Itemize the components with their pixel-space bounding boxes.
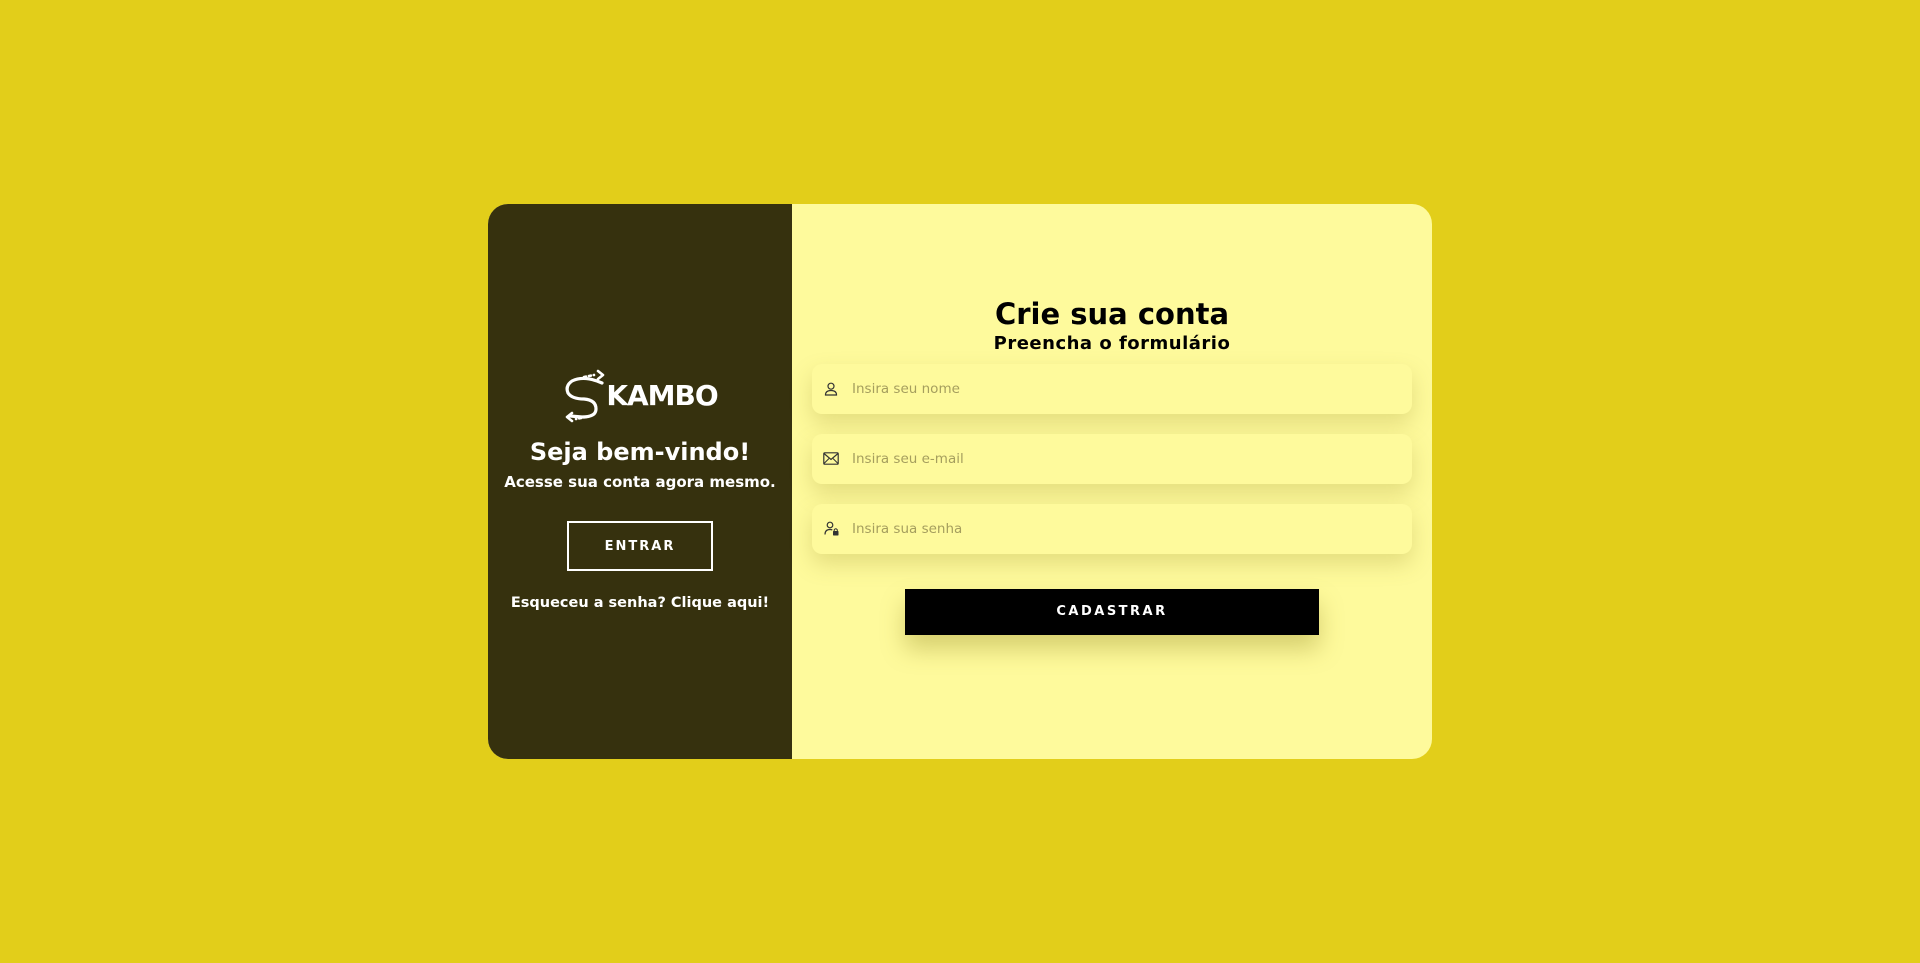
logo-text: KAMBO: [606, 379, 718, 412]
register-button[interactable]: CADASTRAR: [905, 588, 1319, 635]
login-button[interactable]: ENTRAR: [567, 521, 713, 572]
forgot-password-link[interactable]: Esqueceu a senha? Clique aqui!: [511, 595, 769, 611]
password-field: [812, 503, 1412, 554]
email-input[interactable]: [852, 450, 1392, 467]
form-title: Crie sua conta: [994, 297, 1230, 331]
envelope-icon: [822, 450, 840, 468]
user-lock-icon: [822, 520, 840, 538]
email-field: [812, 433, 1412, 484]
welcome-panel: KAMBO Seja bem-vindo! Acesse sua conta a…: [488, 204, 792, 759]
welcome-subheading: Acesse sua conta agora mesmo.: [504, 473, 776, 492]
form-subtitle: Preencha o formulário: [993, 332, 1231, 354]
signup-panel: Crie sua conta Preencha o formulário Ins…: [792, 204, 1432, 759]
name-field: [812, 363, 1412, 414]
name-input[interactable]: [852, 380, 1392, 397]
user-icon: [822, 380, 840, 398]
password-input[interactable]: [852, 520, 1392, 537]
s-arrows-logo-icon: [562, 369, 608, 423]
brand-logo: KAMBO: [562, 369, 719, 423]
welcome-heading: Seja bem-vindo!: [529, 438, 751, 466]
auth-card: KAMBO Seja bem-vindo! Acesse sua conta a…: [488, 204, 1432, 759]
